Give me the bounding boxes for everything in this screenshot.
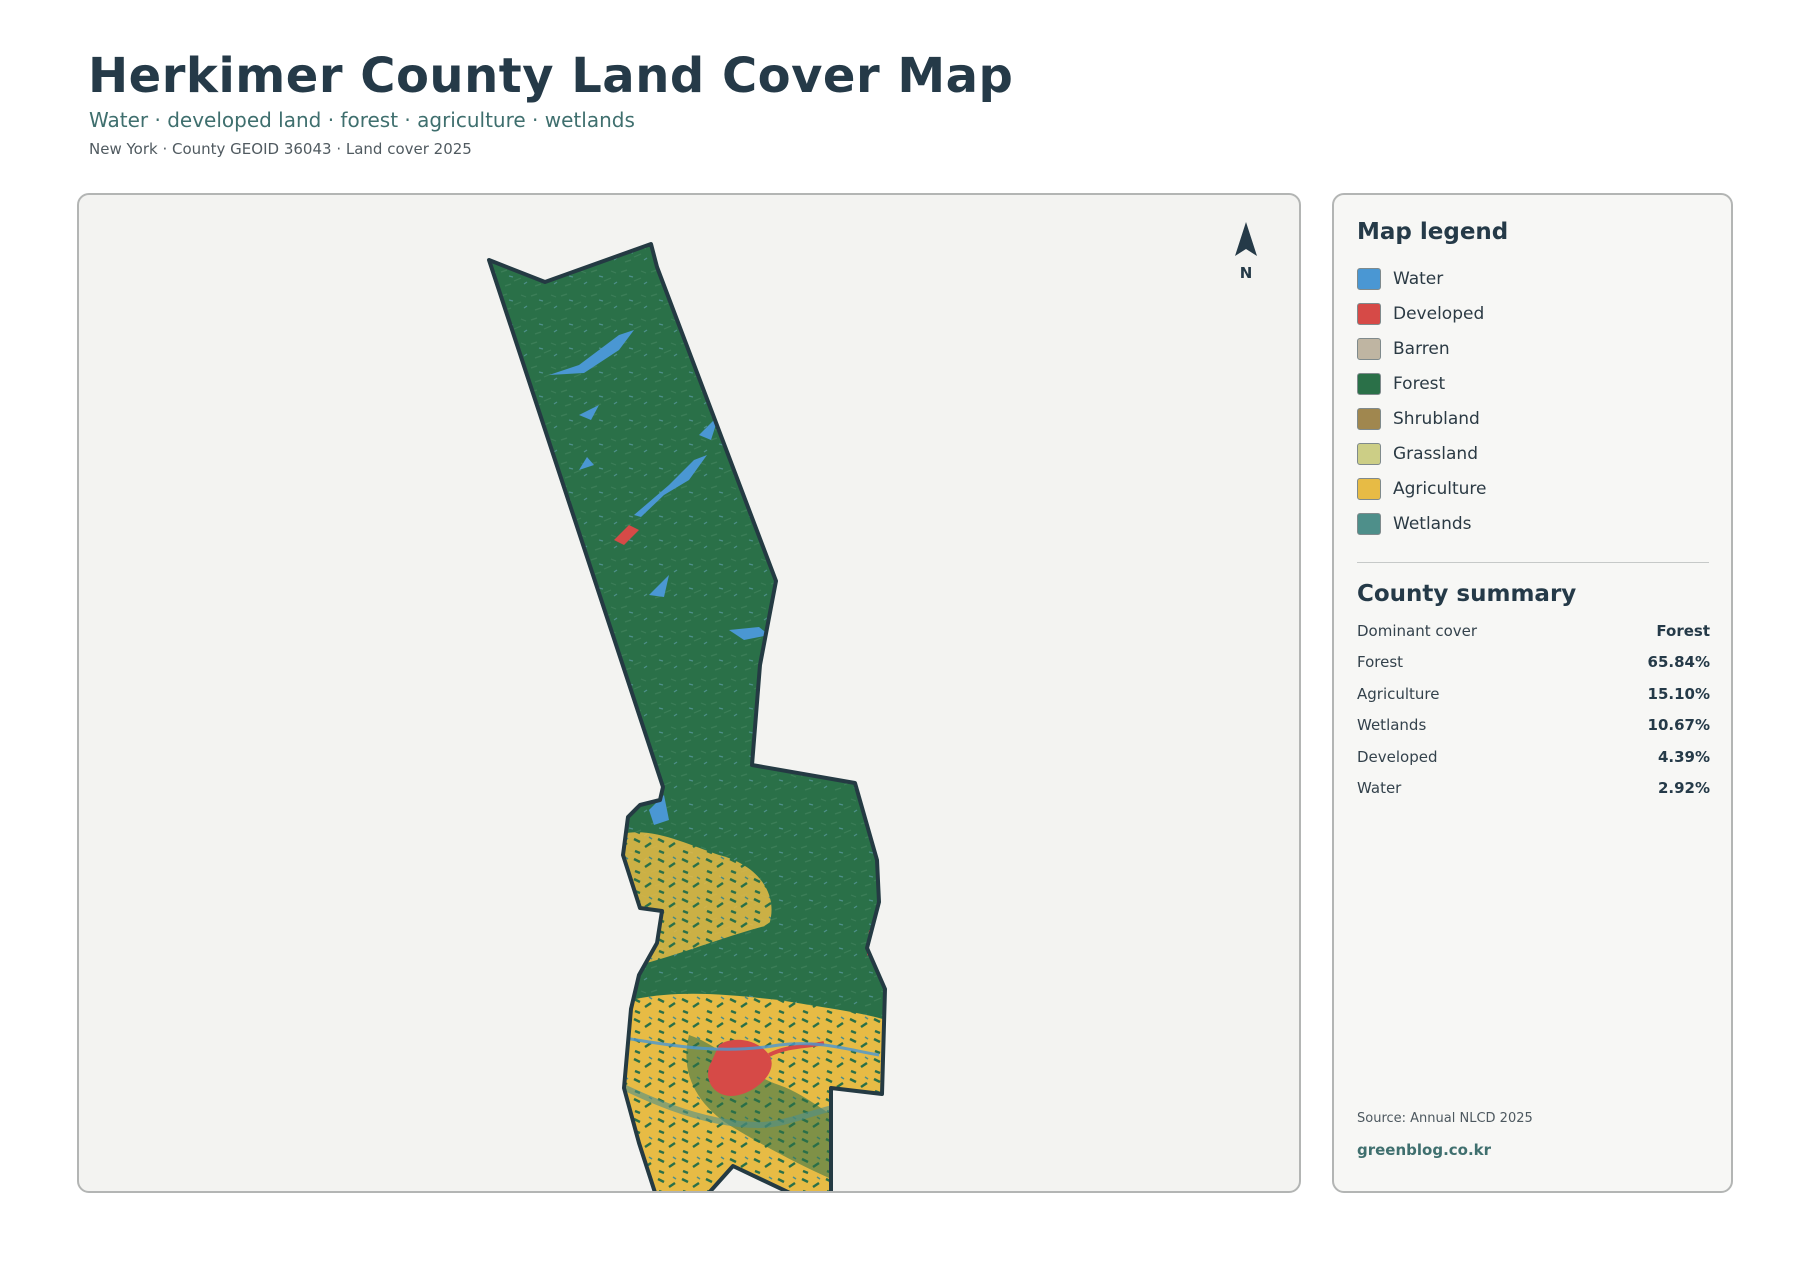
legend-swatch — [1357, 442, 1381, 465]
summary-heading: County summary — [1357, 581, 1577, 607]
legend-heading: Map legend — [1357, 219, 1509, 245]
summary-row: Agriculture 15.10% — [1357, 678, 1710, 710]
legend-item-developed: Developed — [1357, 296, 1487, 331]
panel-divider — [1357, 562, 1709, 563]
legend-list: Water Developed Barren Forest Shrubland Grass… — [1357, 261, 1487, 541]
summary-value: 4.39% — [1657, 747, 1710, 766]
legend-item-grassland: Grassland — [1357, 436, 1487, 471]
source-note: Source: Annual NLCD 2025 — [1357, 1111, 1533, 1126]
page-title: Herkimer County Land Cover Map — [88, 48, 1014, 104]
summary-label: Water — [1357, 779, 1402, 798]
summary-value: 2.92% — [1657, 779, 1710, 798]
legend-swatch — [1357, 337, 1381, 360]
legend-label: Grassland — [1393, 443, 1478, 464]
legend-label: Developed — [1393, 303, 1485, 324]
north-arrow: N — [1218, 222, 1274, 282]
legend-label: Forest — [1393, 373, 1446, 394]
legend-label: Water — [1393, 268, 1444, 289]
legend-item-agriculture: Agriculture — [1357, 471, 1487, 506]
page-subtitle: Water · developed land · forest · agricu… — [89, 108, 635, 132]
side-panel: Map legend Water Developed Barren Forest Shr… — [1332, 193, 1733, 1193]
land-cover-raster — [489, 244, 885, 1191]
summary-row: Developed 4.39% — [1357, 741, 1710, 773]
legend-item-barren: Barren — [1357, 331, 1487, 366]
legend-label: Barren — [1393, 338, 1450, 359]
summary-table: Dominant cover Forest Forest 65.84% Agricult… — [1357, 615, 1710, 804]
county-map[interactable] — [79, 195, 1301, 1193]
map-panel[interactable] — [77, 193, 1301, 1193]
summary-value: 65.84% — [1647, 653, 1710, 672]
legend-item-shrubland: Shrubland — [1357, 401, 1487, 436]
legend-swatch — [1357, 372, 1381, 395]
summary-value: 10.67% — [1647, 716, 1710, 735]
summary-row: Water 2.92% — [1357, 773, 1710, 805]
summary-label: Wetlands — [1357, 716, 1427, 735]
page-meta: New York · County GEOID 36043 · Land cov… — [89, 140, 472, 158]
summary-value: Forest — [1656, 621, 1710, 640]
legend-label: Agriculture — [1393, 478, 1487, 499]
legend-swatch — [1357, 302, 1381, 325]
summary-row: Wetlands 10.67% — [1357, 710, 1710, 742]
summary-label: Agriculture — [1357, 684, 1440, 703]
summary-label: Developed — [1357, 747, 1438, 766]
legend-item-forest: Forest — [1357, 366, 1487, 401]
site-credit[interactable]: greenblog.co.kr — [1357, 1141, 1491, 1159]
legend-label: Shrubland — [1393, 408, 1480, 429]
legend-swatch — [1357, 407, 1381, 430]
summary-value: 15.10% — [1647, 684, 1710, 703]
legend-item-wetlands: Wetlands — [1357, 506, 1487, 541]
legend-swatch — [1357, 267, 1381, 290]
summary-row: Forest 65.84% — [1357, 647, 1710, 679]
summary-label: Forest — [1357, 653, 1404, 672]
north-label: N — [1239, 264, 1253, 282]
legend-label: Wetlands — [1393, 513, 1472, 534]
legend-swatch — [1357, 477, 1381, 500]
legend-swatch — [1357, 512, 1381, 535]
summary-label: Dominant cover — [1357, 621, 1478, 640]
summary-row: Dominant cover Forest — [1357, 615, 1710, 647]
north-arrow-icon — [1235, 222, 1257, 256]
legend-item-water: Water — [1357, 261, 1487, 296]
